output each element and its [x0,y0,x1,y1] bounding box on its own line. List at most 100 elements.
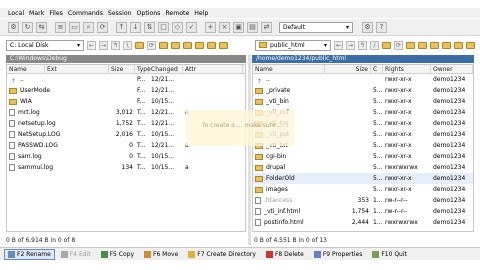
create-directory-button[interactable]: F7 Create Directory [184,249,260,260]
col-size[interactable]: Size [109,65,135,73]
root-dir-icon[interactable]: / [370,40,379,50]
close-session-icon[interactable]: × [219,21,230,33]
table-row[interactable]: _private 5... rwxr-xr-x demo1234 [253,85,473,96]
parent-dir-icon[interactable]: ↰ [111,40,120,50]
transfer-mode-icon[interactable]: ⇄ [261,21,272,33]
quit-icon [372,250,380,258]
col-type[interactable]: Type [135,65,151,73]
quit-button[interactable]: F10 Quit [368,249,411,260]
compare-icon[interactable]: ⇆ [36,21,47,33]
folder-properties-icon[interactable] [195,41,204,49]
table-row[interactable]: FolderOld 5... rwxr-xr-x demo1234 [253,173,473,184]
home-folder-icon[interactable] [382,41,391,49]
edit-button[interactable]: F4 Edit [57,249,95,260]
table-row[interactable]: sam.log 0 T... 10/15... [7,151,245,162]
root-dir-icon[interactable]: \ [123,40,132,50]
menu-mark[interactable]: Mark [29,10,44,17]
move-icon [144,250,151,258]
col-size[interactable]: Size [325,65,371,73]
table-row[interactable]: sammui.log 134 T... 10/15... a [7,162,245,173]
table-row[interactable]: cgi-bin 5... rwxr-xr-x demo1234 [253,151,473,162]
table-row[interactable]: _vti_bin 5... rwxr-xr-x demo1234 [253,96,473,107]
col-owner[interactable]: Owner [431,65,473,73]
col-ext[interactable]: Ext [45,65,109,73]
col-name[interactable]: Name [7,65,45,73]
forward-icon[interactable]: → [346,40,355,50]
new-folder-icon[interactable] [183,41,192,49]
table-row[interactable]: UserMode F... 12/21... [7,85,245,96]
menu-remote[interactable]: Remote [165,10,189,17]
table-row[interactable]: images 5... rwxr-xr-x demo1234 [253,184,473,195]
save-session-icon[interactable]: ▣ [233,21,244,33]
panel-splitter[interactable] [248,55,251,245]
table-row[interactable]: drupal 5... rwxrwxrwx demo1234 [253,162,473,173]
left-drive-select[interactable]: C: Local Disk ▾ [6,39,84,51]
folder-properties-icon[interactable] [442,41,451,49]
open-folder-icon[interactable] [159,41,168,49]
table-row[interactable]: ⤴.. P... 12/21... [7,74,245,85]
menu-session[interactable]: Session [108,10,132,17]
right-path-bar[interactable]: /home/demo1234/public_html [252,55,474,63]
transfer-settings-icon[interactable]: ⇅ [144,21,155,33]
new-session-icon[interactable]: + [205,21,216,33]
refresh-icon[interactable]: ⟳ [97,21,108,33]
delete-button[interactable]: F8 Delete [262,249,308,260]
right-folder-select[interactable]: public_html ▾ [255,39,331,51]
col-rights[interactable]: Rights [383,65,431,73]
table-row[interactable]: _vti_inf.html 1,754 1... rw-r--r-- demo1234 [253,206,473,217]
delete-folder-icon[interactable] [207,41,216,49]
right-file-panel[interactable]: Name Size C Rights Owner ⤴.. rwxr-xr-x dem… [252,64,474,232]
rename-button[interactable]: F2 Rename [4,248,55,260]
delete-folder-icon[interactable] [454,41,463,49]
move-button[interactable]: F6 Move [140,249,182,260]
filter-folder-icon[interactable] [466,41,475,49]
sync-icon[interactable]: ↻ [22,21,33,33]
session-icon[interactable]: □ [158,21,169,33]
file-changed-cell: 12/21... [151,109,175,116]
find-icon[interactable]: ⌕ [83,21,94,33]
file-changed-cell: 5... [373,153,383,160]
table-row[interactable]: postinfo.html 2,444 1... rwxrwxrwx demo1234 [253,217,473,228]
file-owner-cell: demo1234 [433,175,466,182]
terminal-icon[interactable]: ▭ [69,21,80,33]
table-row[interactable]: ⤴.. rwxr-xr-x demo1234 [253,74,473,85]
gear-icon[interactable]: ⚙ [8,21,19,33]
help-icon[interactable]: ? [376,21,387,33]
left-path-bar[interactable]: C:\Windows\Debug [6,55,246,63]
menu-options[interactable]: Options [137,10,161,17]
col-changed[interactable]: C [371,65,383,73]
home-folder-icon[interactable] [135,41,144,49]
keep-up-icon[interactable]: ◇ [172,21,183,33]
open-folder-icon[interactable] [406,41,415,49]
upload-icon[interactable]: ↑ [116,21,127,33]
file-rights-cell: rwxr-xr-x [385,175,412,182]
transfer-profile-select[interactable]: Default ▾ [279,21,353,33]
menu-commands[interactable]: Commands [68,10,103,17]
col-name[interactable]: Name [253,65,325,73]
menu-local[interactable]: Local [8,10,24,17]
profile-settings-icon[interactable]: ⚙ [362,21,373,33]
menu-files[interactable]: Files [49,10,63,17]
forward-icon[interactable]: → [99,40,108,50]
menu-help[interactable]: Help [194,10,208,17]
parent-dir-icon[interactable]: ↰ [358,40,367,50]
refresh-icon[interactable]: ⟳ [394,40,403,50]
col-changed[interactable]: Changed [149,65,183,73]
table-row[interactable]: WIA F... 10/15... [7,96,245,107]
back-icon[interactable]: ← [87,40,96,50]
bookmark-folder-icon[interactable] [418,41,427,49]
copy-button[interactable]: F5 Copy [97,249,138,260]
filter-folder-icon[interactable] [219,41,228,49]
back-icon[interactable]: ← [334,40,343,50]
bookmark-folder-icon[interactable] [171,41,180,49]
new-folder-icon[interactable] [430,41,439,49]
refresh-icon[interactable]: ⟳ [147,40,156,50]
properties-button[interactable]: F9 Properties [310,249,367,260]
download-icon[interactable]: ↓ [130,21,141,33]
workspace-icon[interactable]: ▤ [247,21,258,33]
table-row[interactable]: .htaccess 353 1... rw-r--r-- demo1234 [253,195,473,206]
preferences-icon[interactable]: ✓ [186,21,197,33]
left-file-panel[interactable]: Name Ext Size Type Changed Attr ⤴.. P... 1… [6,64,246,232]
col-attr[interactable]: Attr [183,65,243,73]
queue-icon[interactable]: ≡ [55,21,66,33]
